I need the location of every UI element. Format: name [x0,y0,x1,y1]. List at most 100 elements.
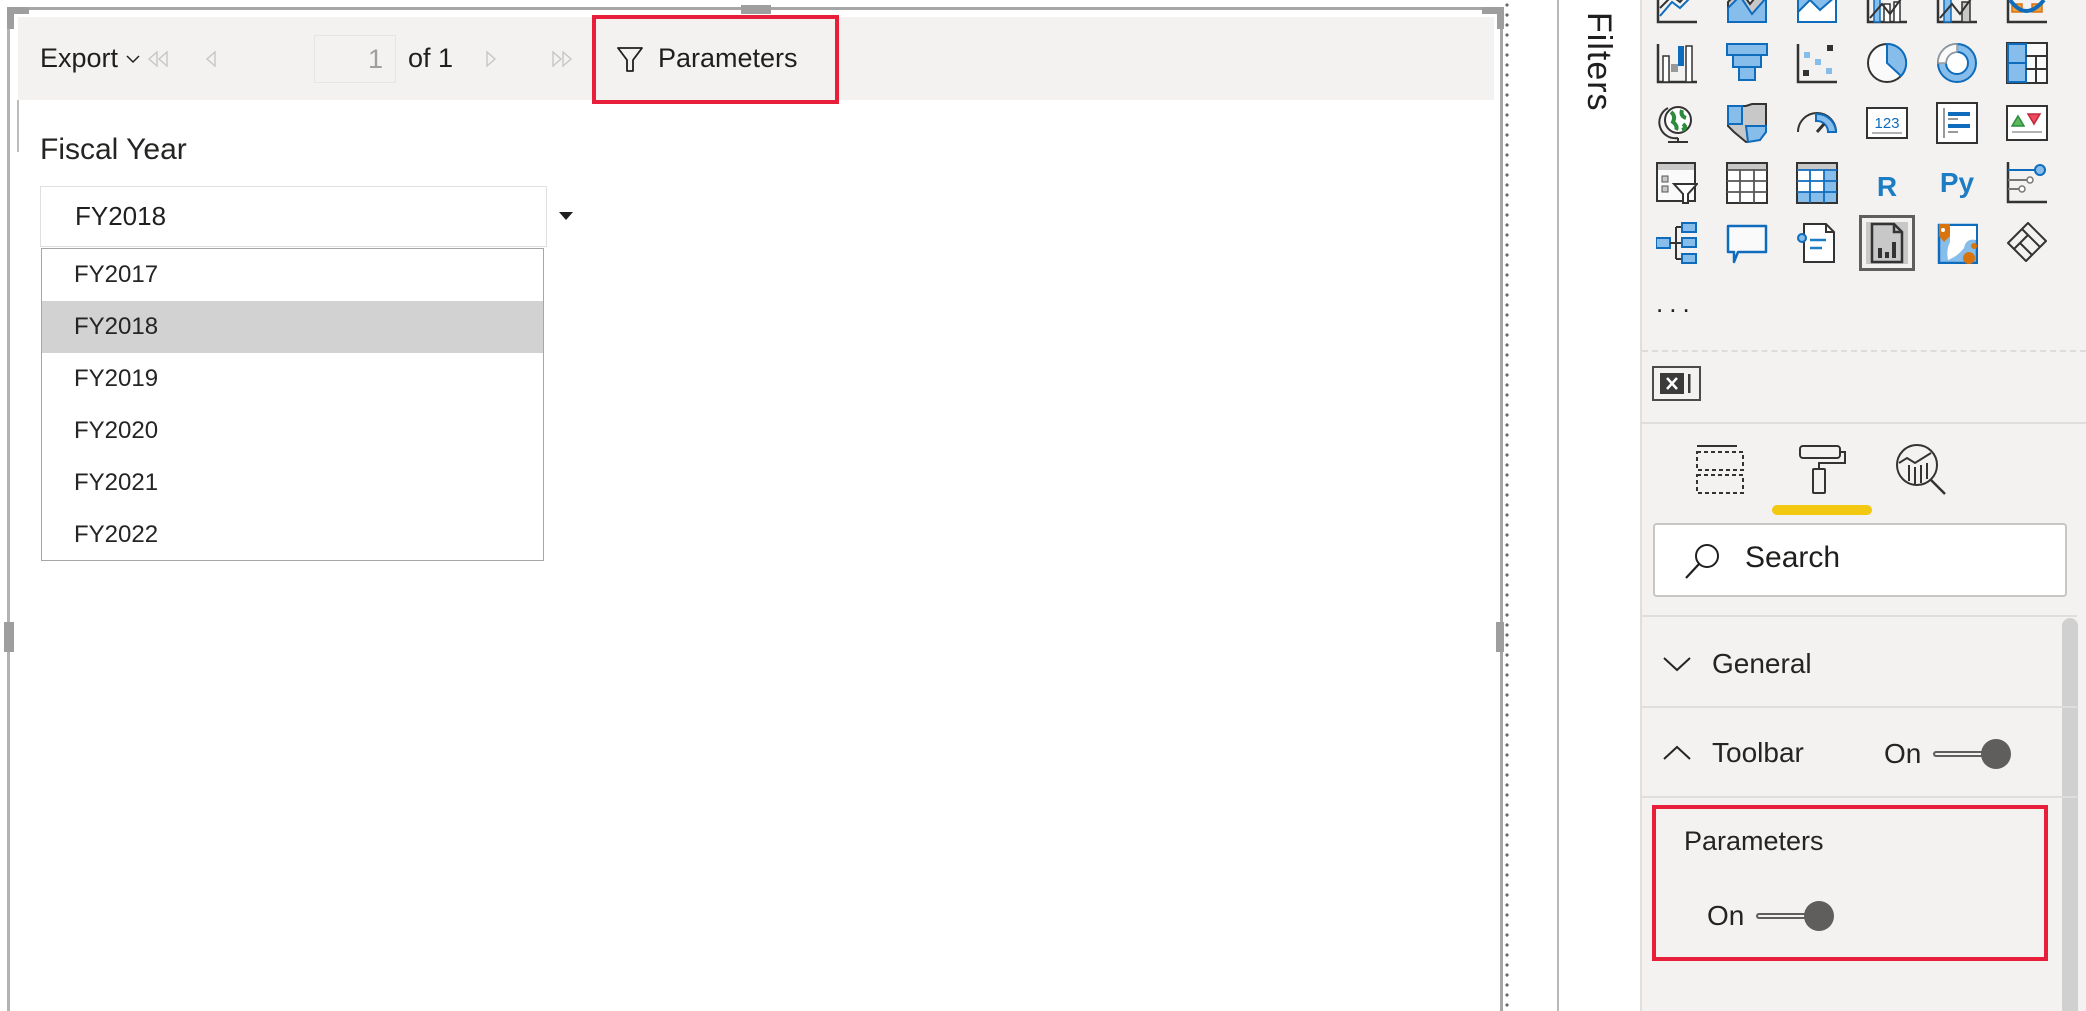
active-tab-indicator [1772,505,1872,515]
option-fy2021[interactable]: FY2021 [42,457,543,509]
parameters-toggle-label: On [1707,900,1745,931]
next-page-button[interactable] [484,17,498,100]
map-globe-icon[interactable] [1656,102,1698,144]
chevron-left-icon [205,49,216,68]
smart-narrative-icon[interactable] [1796,222,1838,264]
chevron-down-icon [126,54,140,63]
visuals-divider [1642,350,2086,352]
parameters-label: Parameters [658,43,798,73]
fiscal-year-select[interactable]: FY2018 [40,186,547,247]
option-fy2018[interactable]: FY2018 [42,301,543,353]
option-fy2017[interactable]: FY2017 [42,249,543,301]
matrix-icon[interactable] [1796,162,1838,204]
page-count-label: of 1 [408,43,454,73]
toggle-knob [1981,739,2012,769]
paginated-toolbar: Export 1 of 1 Parameters [18,17,1494,100]
line-clustered-column-icon[interactable] [1866,0,1908,24]
line-stacked-column-icon[interactable] [1936,0,1978,24]
svg-text:Py: Py [1940,167,1975,198]
first-page-button[interactable] [146,17,170,100]
report-canvas: Export 1 of 1 Parameters Fiscal Year FY2… [0,0,1520,1011]
search-icon [1685,544,1719,579]
search-placeholder: Search [1745,541,1841,574]
r-script-visual-icon[interactable]: R [1866,162,1908,204]
scatter-chart-icon[interactable] [1796,42,1838,84]
resize-handle-left[interactable] [4,622,14,652]
parameter-label: Fiscal Year [40,133,187,166]
section-general-label: General [1712,648,1812,679]
tab-analytics[interactable] [1895,443,1951,499]
stacked-area-chart-icon[interactable] [1796,0,1838,24]
last-page-button[interactable] [550,17,574,100]
x-box-icon [1660,373,1691,394]
section-general[interactable]: General [1660,643,1812,685]
multi-row-card-icon[interactable] [1936,102,1978,144]
filled-map-icon[interactable] [1726,102,1768,144]
kpi-icon[interactable] [2006,102,2048,144]
chevron-right-icon [486,49,497,68]
slicer-icon[interactable] [1656,162,1698,204]
previous-page-button[interactable] [204,17,218,100]
treemap-icon[interactable] [2006,42,2048,84]
visual-inner-border [17,100,19,152]
funnel-chart-icon[interactable] [1726,42,1768,84]
fiscal-year-options: FY2017 FY2018 FY2019 FY2020 FY2021 FY202… [41,248,544,561]
canvas-boundary-dotted [1505,0,1509,1011]
decomposition-tree-icon[interactable] [1656,222,1698,264]
line-chart-icon[interactable] [1656,0,1698,24]
tab-fields[interactable] [1693,443,1749,499]
analytics-magnifier-icon [1896,444,1946,495]
qa-visual-icon[interactable] [1726,222,1768,264]
table-icon[interactable] [1726,162,1768,204]
key-influencers-icon[interactable] [2006,162,2048,204]
chevron-down-icon [1663,657,1691,672]
svg-text:R: R [1877,171,1897,202]
caret-down-icon[interactable] [559,212,573,220]
toolbar-toggle-label: On [1884,738,1922,769]
toolbar-toggle[interactable]: On [1884,738,2012,770]
filter-funnel-icon [617,46,643,72]
section-toolbar-label: Toolbar [1712,737,1804,768]
paint-roller-icon [1799,445,1846,494]
python-visual-icon[interactable]: Py [1936,162,1978,204]
parameters-button[interactable]: Parameters [616,17,798,100]
export-label: Export [40,43,119,73]
pie-chart-icon[interactable] [1866,42,1908,84]
svg-text:123: 123 [1874,115,1899,132]
ribbon-chart-icon[interactable] [2006,0,2048,24]
card-icon[interactable]: 123 [1866,102,1908,144]
paginated-report-visual-icon[interactable] [1859,215,1915,271]
resize-handle-top[interactable] [741,5,771,14]
tab-format[interactable] [1797,443,1853,499]
waterfall-chart-icon[interactable] [1656,42,1698,84]
option-fy2022[interactable]: FY2022 [42,509,543,561]
azure-map-icon[interactable] [1936,222,1978,264]
format-search-input[interactable]: Search [1653,523,2067,597]
section-toolbar[interactable]: Toolbar [1660,732,1804,774]
resize-handle-top-right-vertical[interactable] [1497,7,1504,29]
page-number-input[interactable]: 1 [314,35,396,83]
format-pane-scrollbar[interactable] [2062,618,2078,1011]
section-divider [1642,706,2077,708]
excel-style-visual-icon[interactable] [1652,366,1701,401]
filters-pane-collapsed[interactable] [1559,0,1640,1011]
option-fy2019[interactable]: FY2019 [42,353,543,405]
resize-handle-right[interactable] [1496,622,1504,652]
area-chart-icon[interactable] [1726,0,1768,24]
chevron-up-icon [1663,745,1691,760]
fields-well-icon [1696,445,1744,494]
power-apps-icon[interactable] [2006,222,2048,264]
pane-tabs-divider [1642,422,2086,424]
section-divider [1642,796,2077,798]
gauge-icon[interactable] [1796,102,1838,144]
parameters-toggle[interactable]: On [1707,900,1835,932]
toggle-knob [1804,901,1835,931]
donut-chart-icon[interactable] [1936,42,1978,84]
more-visuals-button[interactable]: ... [1656,288,1696,319]
export-button[interactable]: Export [40,17,140,100]
parameters-setting-label: Parameters [1684,826,1824,856]
double-chevron-right-icon [552,49,573,68]
option-fy2020[interactable]: FY2020 [42,405,543,457]
filters-pane-label[interactable]: Filters [1579,12,1618,112]
resize-handle-top-left-vertical[interactable] [7,7,14,29]
